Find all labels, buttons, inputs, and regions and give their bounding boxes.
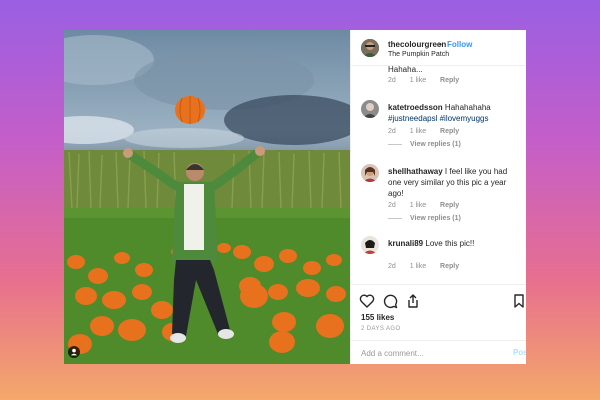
reply-button[interactable]: Reply bbox=[440, 128, 459, 135]
comment-time[interactable]: 2d bbox=[388, 77, 396, 84]
view-replies-button[interactable]: View replies (1) bbox=[388, 141, 461, 148]
comment-meta: 2d 1 like Reply bbox=[388, 77, 471, 84]
follow-button[interactable]: Follow bbox=[447, 40, 472, 49]
comments-list[interactable]: Hahaha... 2d 1 like Reply katetroedsson … bbox=[351, 66, 526, 284]
view-replies-button[interactable]: View replies (1) bbox=[388, 215, 461, 222]
comment-text: katetroedsson Hahahahaha #justneedapsl #… bbox=[388, 102, 516, 124]
comment-meta: 2d 1 like Reply bbox=[388, 128, 471, 135]
post-date: 2 DAYS AGO bbox=[361, 326, 401, 332]
comment-hashtags[interactable]: #justneedapsl #ilovemyuggs bbox=[388, 114, 489, 123]
comment-likes[interactable]: 1 like bbox=[410, 263, 426, 270]
separator-dot: • bbox=[439, 40, 442, 49]
avatar[interactable] bbox=[361, 164, 379, 182]
post-actions: 155 likes 2 DAYS AGO bbox=[351, 284, 526, 340]
post-username[interactable]: thecolourgreen bbox=[388, 40, 446, 49]
comment-meta: 2d 1 like Reply bbox=[388, 263, 471, 270]
comment-username[interactable]: shellhathaway bbox=[388, 167, 443, 176]
post-comment-button[interactable]: Post bbox=[513, 348, 526, 357]
post-side-panel: thecolourgreen • Follow The Pumpkin Patc… bbox=[350, 30, 526, 364]
user-tag-icon[interactable] bbox=[68, 346, 80, 358]
comment-body: Love this pic!! bbox=[425, 239, 475, 248]
comment-username[interactable]: krunali89 bbox=[388, 239, 423, 248]
comment-likes[interactable]: 1 like bbox=[410, 77, 426, 84]
post-location[interactable]: The Pumpkin Patch bbox=[388, 51, 449, 58]
avatar[interactable] bbox=[361, 39, 379, 57]
comment-body: Hahahahaha bbox=[444, 103, 491, 112]
avatar[interactable] bbox=[361, 100, 379, 118]
comment-time[interactable]: 2d bbox=[388, 202, 396, 209]
photo-scene bbox=[64, 35, 350, 364]
share-icon[interactable] bbox=[405, 293, 421, 309]
comment-icon[interactable] bbox=[382, 293, 398, 309]
comment-text: krunali89 Love this pic!! bbox=[388, 238, 516, 249]
comment-time[interactable]: 2d bbox=[388, 128, 396, 135]
comment-time[interactable]: 2d bbox=[388, 263, 396, 270]
add-comment-bar: Post bbox=[351, 340, 526, 364]
heart-icon[interactable] bbox=[359, 293, 375, 309]
comment-input[interactable] bbox=[359, 345, 503, 361]
comment-likes[interactable]: 1 like bbox=[410, 128, 426, 135]
comment-username[interactable]: katetroedsson bbox=[388, 103, 443, 112]
bookmark-icon[interactable] bbox=[511, 293, 526, 309]
comment-meta: 2d 1 like Reply bbox=[388, 202, 471, 209]
comment-text: shellhathaway I feel like you had one ve… bbox=[388, 166, 516, 199]
post-header: thecolourgreen • Follow The Pumpkin Patc… bbox=[351, 30, 526, 66]
reply-button[interactable]: Reply bbox=[440, 202, 459, 209]
likes-count[interactable]: 155 likes bbox=[361, 313, 394, 322]
comment-text: Hahaha... bbox=[388, 66, 423, 74]
avatar[interactable] bbox=[361, 236, 379, 254]
comment-likes[interactable]: 1 like bbox=[410, 202, 426, 209]
instagram-post: thecolourgreen • Follow The Pumpkin Patc… bbox=[64, 30, 526, 364]
post-photo[interactable] bbox=[64, 30, 350, 364]
reply-button[interactable]: Reply bbox=[440, 77, 459, 84]
reply-button[interactable]: Reply bbox=[440, 263, 459, 270]
